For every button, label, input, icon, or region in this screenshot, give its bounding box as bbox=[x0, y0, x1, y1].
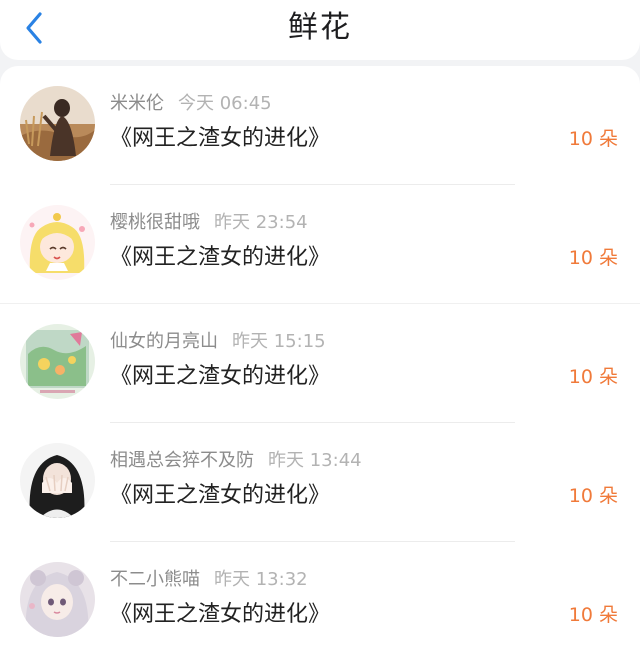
flower-gift-list: 米米伦 今天 06:45 《网王之渣女的进化》 10 朵 樱桃很甜哦 昨天 23… bbox=[0, 66, 640, 658]
username[interactable]: 仙女的月亮山 bbox=[110, 331, 218, 352]
flower-count: 10 朵 bbox=[568, 604, 618, 626]
avatar[interactable] bbox=[20, 324, 95, 399]
page-title: 鲜花 bbox=[288, 10, 352, 45]
avatar[interactable] bbox=[20, 86, 95, 161]
gift-meta: 不二小熊喵 昨天 13:32 bbox=[110, 568, 308, 592]
gift-meta: 米米伦 今天 06:45 bbox=[110, 92, 272, 116]
timestamp: 昨天 13:32 bbox=[214, 569, 308, 590]
gift-meta: 樱桃很甜哦 昨天 23:54 bbox=[110, 211, 308, 235]
timestamp: 昨天 13:44 bbox=[268, 450, 362, 471]
flower-count: 10 朵 bbox=[568, 366, 618, 388]
timestamp: 今天 06:45 bbox=[178, 93, 272, 114]
avatar[interactable] bbox=[20, 205, 95, 280]
username[interactable]: 相遇总会猝不及防 bbox=[110, 450, 254, 471]
username[interactable]: 米米伦 bbox=[110, 93, 164, 114]
list-item[interactable]: 不二小熊喵 昨天 13:32 《网王之渣女的进化》 10 朵 bbox=[0, 542, 640, 658]
page: 鲜花 米米伦 今天 06:45 《网王之渣女的进化》 10 朵 樱桃很甜哦 昨天… bbox=[0, 0, 640, 658]
timestamp: 昨天 23:54 bbox=[214, 212, 308, 233]
book-title[interactable]: 《网王之渣女的进化》 bbox=[110, 243, 330, 273]
book-title[interactable]: 《网王之渣女的进化》 bbox=[110, 362, 330, 392]
gift-meta: 相遇总会猝不及防 昨天 13:44 bbox=[110, 449, 362, 473]
list-item[interactable]: 米米伦 今天 06:45 《网王之渣女的进化》 10 朵 bbox=[0, 66, 640, 185]
avatar[interactable] bbox=[20, 562, 95, 637]
gift-meta: 仙女的月亮山 昨天 15:15 bbox=[110, 330, 326, 354]
flower-count: 10 朵 bbox=[568, 485, 618, 507]
list-item[interactable]: 樱桃很甜哦 昨天 23:54 《网王之渣女的进化》 10 朵 bbox=[0, 185, 640, 304]
book-title[interactable]: 《网王之渣女的进化》 bbox=[110, 481, 330, 511]
timestamp: 昨天 15:15 bbox=[232, 331, 326, 352]
flower-count: 10 朵 bbox=[568, 128, 618, 150]
list-item[interactable]: 仙女的月亮山 昨天 15:15 《网王之渣女的进化》 10 朵 bbox=[0, 304, 640, 423]
avatar[interactable] bbox=[20, 443, 95, 518]
username[interactable]: 不二小熊喵 bbox=[110, 569, 200, 590]
book-title[interactable]: 《网王之渣女的进化》 bbox=[110, 600, 330, 630]
username[interactable]: 樱桃很甜哦 bbox=[110, 212, 200, 233]
flower-count: 10 朵 bbox=[568, 247, 618, 269]
navigation-bar: 鲜花 bbox=[0, 0, 640, 60]
list-item[interactable]: 相遇总会猝不及防 昨天 13:44 《网王之渣女的进化》 10 朵 bbox=[0, 423, 640, 542]
book-title[interactable]: 《网王之渣女的进化》 bbox=[110, 124, 330, 154]
